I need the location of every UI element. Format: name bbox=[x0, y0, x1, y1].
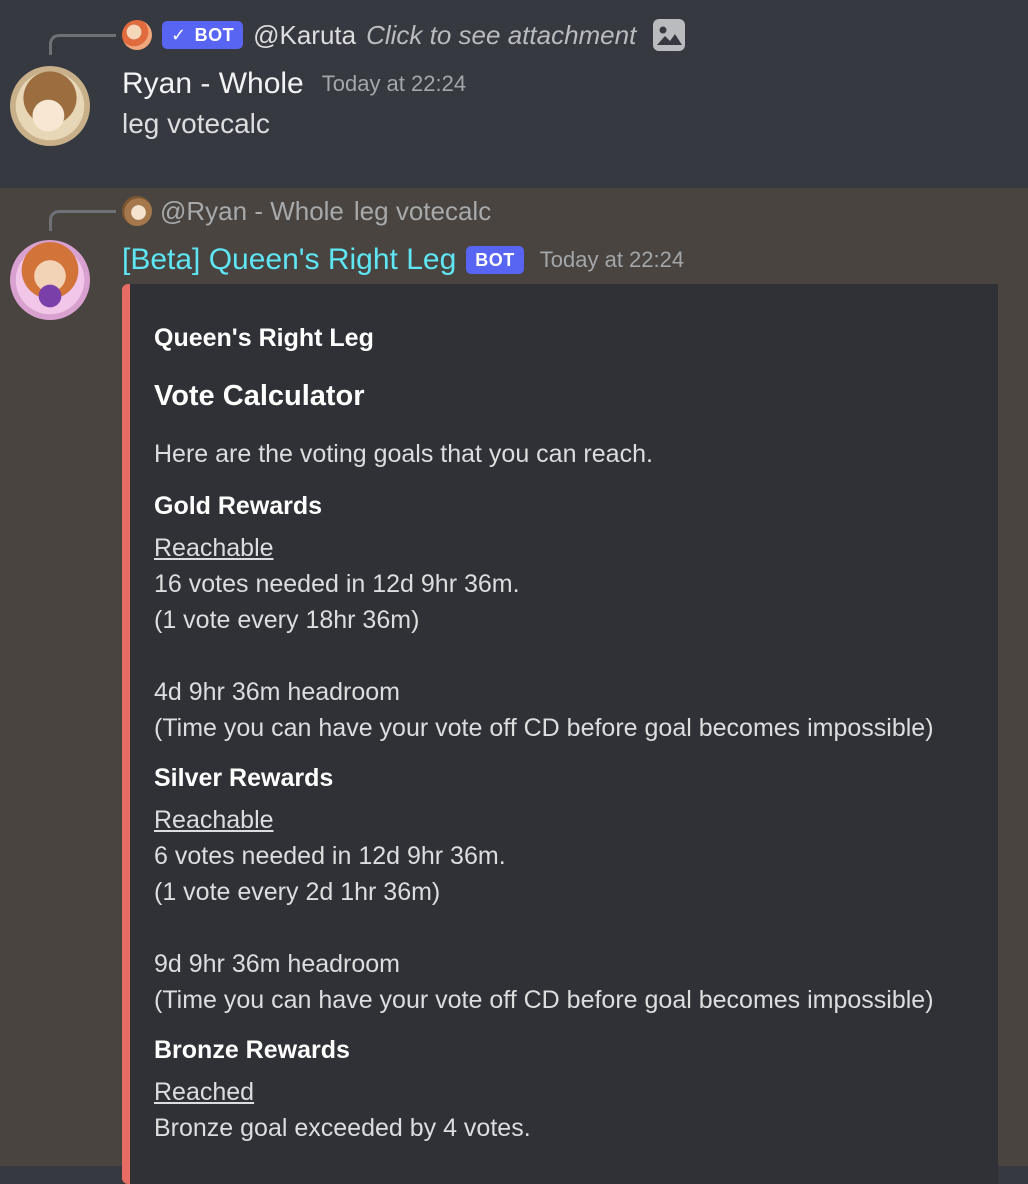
field-status: Reached bbox=[154, 1078, 255, 1106]
field-name: Silver Rewards bbox=[154, 764, 334, 792]
avatar-queens-right-leg[interactable] bbox=[10, 240, 90, 320]
reply-connector bbox=[49, 34, 116, 55]
embed-field-gold: Gold Rewards Reachable 16 votes needed i… bbox=[154, 488, 984, 746]
timestamp[interactable]: Today at 22:24 bbox=[540, 247, 684, 273]
timestamp[interactable]: Today at 22:24 bbox=[322, 71, 466, 97]
reply-preview[interactable]: @Ryan - Whole leg votecalc bbox=[122, 192, 491, 230]
field-line: 9d 9hr 36m headroom bbox=[154, 950, 400, 978]
check-icon: ✓ bbox=[171, 24, 187, 45]
field-line: 4d 9hr 36m headroom bbox=[154, 678, 400, 706]
field-spacer bbox=[154, 910, 984, 946]
author-name[interactable]: [Beta] Queen's Right Leg bbox=[122, 243, 456, 277]
embed: Queen's Right Leg Vote Calculator Here a… bbox=[122, 284, 998, 1184]
embed-field-bronze: Bronze Rewards Reached Bronze goal excee… bbox=[154, 1032, 984, 1146]
message-ryan: ✓ BOT @Karuta Click to see attachment Ry… bbox=[0, 0, 1028, 188]
message-content: leg votecalc bbox=[122, 108, 270, 139]
field-line: (1 vote every 18hr 36m) bbox=[154, 606, 420, 634]
reply-avatar-ryan[interactable] bbox=[122, 196, 152, 226]
field-line: (Time you can have your vote off CD befo… bbox=[154, 714, 934, 742]
embed-title: Vote Calculator bbox=[154, 380, 365, 412]
reply-mention[interactable]: @Ryan - Whole bbox=[160, 196, 344, 227]
reply-attachment-text[interactable]: Click to see attachment bbox=[366, 20, 636, 51]
field-status: Reachable bbox=[154, 806, 274, 834]
author-name[interactable]: Ryan - Whole bbox=[122, 67, 304, 101]
verified-bot-badge: ✓ BOT bbox=[162, 21, 244, 49]
embed-author: Queen's Right Leg bbox=[154, 324, 374, 352]
embed-description: Here are the voting goals that you can r… bbox=[154, 440, 653, 468]
reply-avatar-karuta[interactable] bbox=[122, 20, 152, 50]
field-line: (Time you can have your vote off CD befo… bbox=[154, 986, 934, 1014]
field-name: Gold Rewards bbox=[154, 492, 323, 520]
reply-connector bbox=[49, 210, 116, 231]
field-line: Bronze goal exceeded by 4 votes. bbox=[154, 1114, 531, 1142]
bot-badge: BOT bbox=[466, 246, 524, 274]
field-line: (1 vote every 2d 1hr 36m) bbox=[154, 878, 441, 906]
reply-mention[interactable]: @Karuta bbox=[253, 20, 356, 51]
field-name: Bronze Rewards bbox=[154, 1036, 350, 1064]
reply-preview[interactable]: ✓ BOT @Karuta Click to see attachment bbox=[122, 16, 686, 54]
field-spacer bbox=[154, 638, 984, 674]
avatar-ryan[interactable] bbox=[10, 66, 90, 146]
image-icon[interactable] bbox=[652, 18, 686, 52]
message-queens-right-leg: @Ryan - Whole leg votecalc [Beta] Queen'… bbox=[0, 188, 1028, 1184]
embed-field-silver: Silver Rewards Reachable 6 votes needed … bbox=[154, 760, 984, 1018]
field-line: 6 votes needed in 12d 9hr 36m. bbox=[154, 842, 506, 870]
bot-badge-label: BOT bbox=[194, 24, 235, 45]
message-header: [Beta] Queen's Right Leg BOT Today at 22… bbox=[122, 240, 684, 280]
field-line: 16 votes needed in 12d 9hr 36m. bbox=[154, 570, 520, 598]
field-status: Reachable bbox=[154, 534, 274, 562]
reply-text[interactable]: leg votecalc bbox=[354, 196, 491, 227]
message-header: Ryan - Whole Today at 22:24 bbox=[122, 64, 466, 104]
